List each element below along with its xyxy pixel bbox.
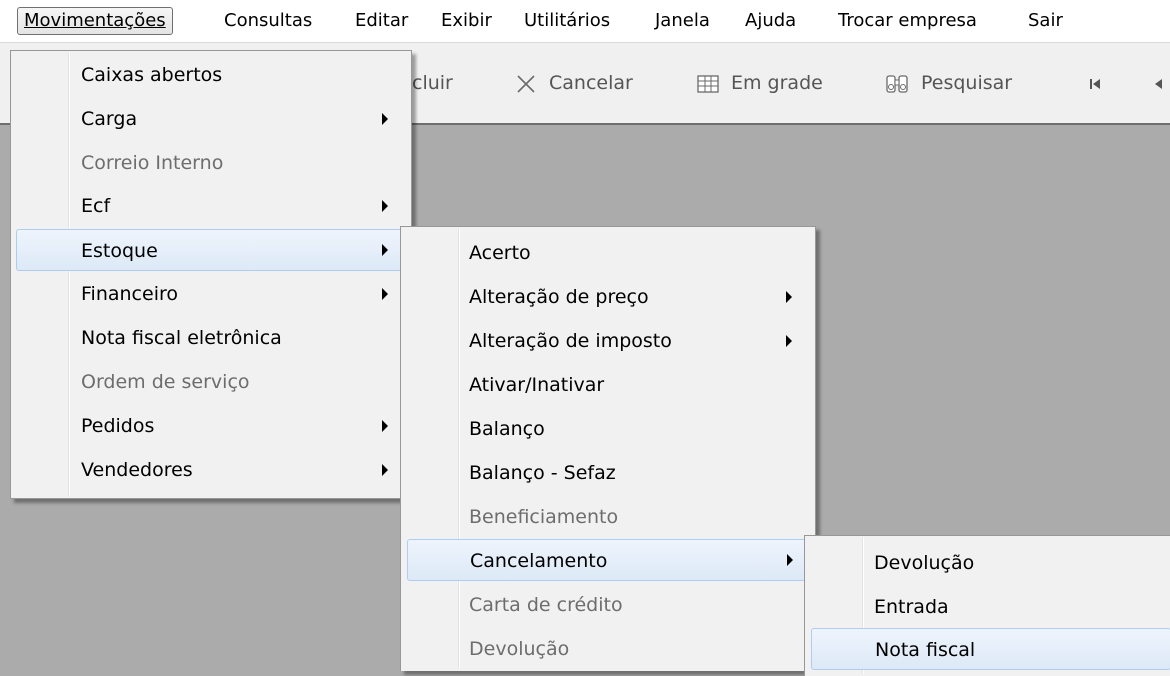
- search-button-label: Pesquisar: [921, 72, 1013, 94]
- menu-item-devolucao-disabled: Devolução: [404, 628, 810, 670]
- menu-ajuda[interactable]: Ajuda: [745, 8, 796, 34]
- menu-item-label: Nota fiscal eletrônica: [81, 327, 282, 349]
- menu-item-label: Ecf: [81, 195, 111, 217]
- menu-item-label: Devolução: [874, 552, 975, 574]
- menu-item-label: Ativar/Inativar: [469, 374, 605, 396]
- exclude-button[interactable]: cluir: [412, 67, 453, 99]
- menu-item-financeiro[interactable]: Financeiro: [14, 273, 406, 315]
- menu-item-label: Ordem de serviço: [81, 371, 250, 393]
- cancel-button-label: Cancelar: [549, 72, 633, 94]
- menu-item-caixas-abertos[interactable]: Caixas abertos: [14, 54, 406, 96]
- submenu-arrow-icon: [382, 244, 388, 256]
- exclude-button-label: cluir: [412, 72, 453, 94]
- menu-item-label: Cancelamento: [470, 550, 608, 572]
- menu-item-label: Vendedores: [81, 459, 193, 481]
- submenu-arrow-icon: [382, 420, 388, 432]
- menu-item-label: Carta de crédito: [469, 594, 623, 616]
- submenu-arrow-icon: [382, 113, 388, 125]
- menu-item-label: Alteração de imposto: [469, 330, 672, 352]
- menu-item-label: Entrada: [874, 596, 949, 618]
- menu-item-ativar-inativar[interactable]: Ativar/Inativar: [404, 364, 810, 406]
- menu-item-label: Estoque: [81, 240, 158, 262]
- menu-item-label: Nota fiscal: [875, 639, 976, 661]
- cancel-button[interactable]: Cancelar: [515, 67, 633, 99]
- menu-item-label: Financeiro: [81, 283, 178, 305]
- menu-item-entrada[interactable]: Entrada: [808, 586, 1170, 628]
- menu-item-balanco-sefaz[interactable]: Balanço - Sefaz: [404, 452, 810, 494]
- menu-item-alteracao-de-imposto[interactable]: Alteração de imposto: [404, 320, 810, 362]
- menu-item-label: Correio Interno: [81, 152, 224, 174]
- menu-janela[interactable]: Janela: [655, 8, 710, 34]
- menu-item-pedidos[interactable]: Pedidos: [14, 405, 406, 447]
- menu-item-devolucao[interactable]: Devolução: [808, 542, 1170, 584]
- submenu-arrow-icon: [787, 554, 793, 566]
- menu-item-vendedores[interactable]: Vendedores: [14, 449, 406, 491]
- menu-item-carga[interactable]: Carga: [14, 98, 406, 140]
- menu-item-estoque[interactable]: Estoque: [16, 229, 406, 271]
- grid-view-label: Em grade: [731, 72, 823, 94]
- menu-editar[interactable]: Editar: [355, 8, 408, 34]
- submenu-arrow-icon: [382, 288, 388, 300]
- estoque-submenu: Acerto Alteração de preço Alteração de i…: [400, 226, 816, 671]
- movimentacoes-menu: Caixas abertos Carga Correio Interno Ecf…: [10, 50, 412, 499]
- submenu-arrow-icon: [382, 200, 388, 212]
- menu-item-ordem-de-servico: Ordem de serviço: [14, 361, 406, 403]
- first-record-icon: [1090, 78, 1100, 89]
- menu-item-label: Caixas abertos: [81, 64, 223, 86]
- menu-item-label: Carga: [81, 108, 138, 130]
- menu-item-ecf[interactable]: Ecf: [14, 185, 406, 227]
- previous-record-icon: [1155, 78, 1162, 89]
- menu-item-beneficiamento: Beneficiamento: [404, 496, 810, 538]
- grid-icon: [697, 74, 719, 93]
- grid-view-button[interactable]: Em grade: [697, 67, 823, 99]
- submenu-arrow-icon: [382, 464, 388, 476]
- menu-item-label: Alteração de preço: [469, 286, 649, 308]
- menu-consultas[interactable]: Consultas: [224, 8, 312, 34]
- menu-movimentacoes[interactable]: Movimentações: [17, 7, 173, 35]
- menu-sair[interactable]: Sair: [1028, 8, 1063, 34]
- menu-item-alteracao-de-preco[interactable]: Alteração de preço: [404, 276, 810, 318]
- menu-item-label: Beneficiamento: [469, 506, 619, 528]
- submenu-arrow-icon: [786, 335, 792, 347]
- cancel-x-icon: [517, 74, 535, 93]
- menu-utilitarios[interactable]: Utilitários: [524, 8, 610, 34]
- menu-exibir[interactable]: Exibir: [441, 8, 492, 34]
- menu-item-acerto[interactable]: Acerto: [404, 232, 810, 274]
- search-button[interactable]: Pesquisar: [885, 67, 1012, 99]
- menu-item-correio-interno: Correio Interno: [14, 142, 406, 184]
- menu-item-nota-fiscal[interactable]: Nota fiscal: [811, 628, 1170, 670]
- menu-item-balanco[interactable]: Balanço: [404, 408, 810, 450]
- menu-item-nota-fiscal-eletronica[interactable]: Nota fiscal eletrônica: [14, 317, 406, 359]
- menu-trocar-empresa[interactable]: Trocar empresa: [838, 8, 977, 34]
- menu-item-label: Devolução: [469, 638, 570, 660]
- submenu-arrow-icon: [786, 291, 792, 303]
- menu-item-label: Pedidos: [81, 415, 155, 437]
- menu-item-carta-de-credito: Carta de crédito: [404, 584, 810, 626]
- previous-record-button[interactable]: [1152, 67, 1164, 99]
- menu-item-label: Balanço - Sefaz: [469, 462, 616, 484]
- first-record-button[interactable]: [1088, 67, 1102, 99]
- menu-item-label: Acerto: [469, 242, 531, 264]
- binoculars-icon: [886, 74, 908, 93]
- menu-bar: Movimentações Consultas Editar Exibir Ut…: [0, 0, 1170, 43]
- menu-item-label: Balanço: [469, 418, 545, 440]
- cancelamento-submenu: Devolução Entrada Nota fiscal: [804, 535, 1170, 676]
- menu-item-cancelamento[interactable]: Cancelamento: [407, 539, 809, 581]
